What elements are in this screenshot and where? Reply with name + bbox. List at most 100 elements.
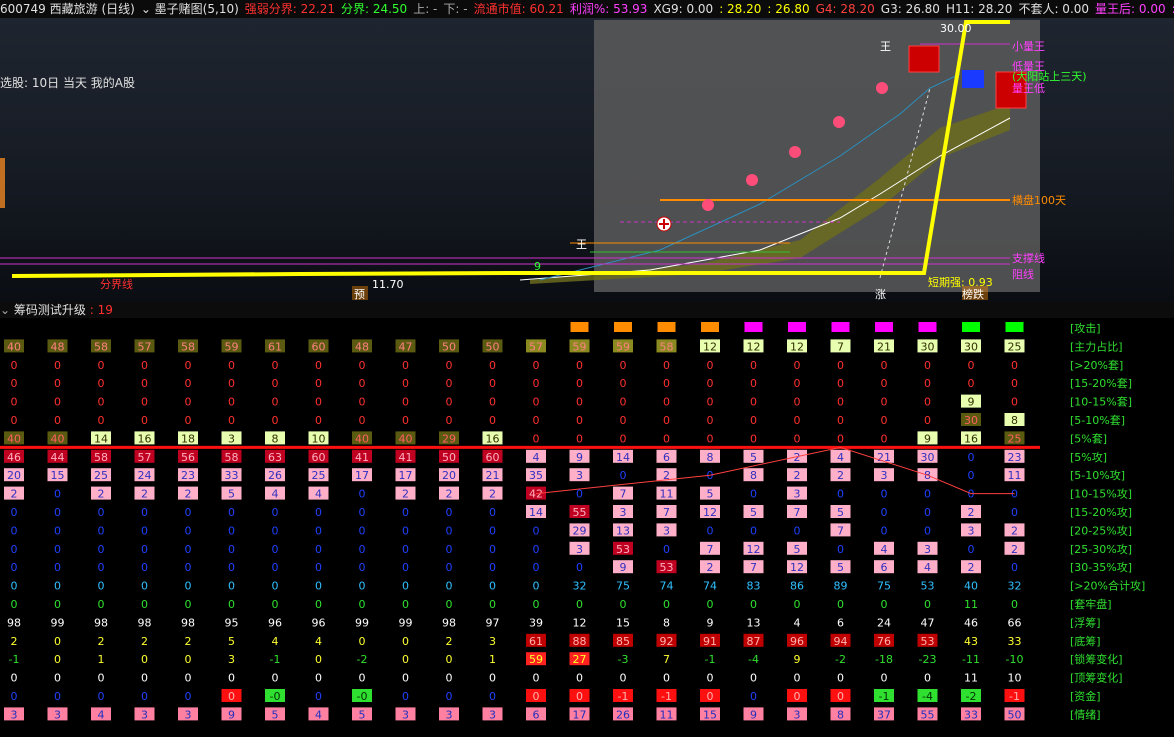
- table-cell: 1: [489, 653, 496, 666]
- table-cell: 0: [185, 690, 192, 703]
- table-cell: 2: [968, 506, 975, 519]
- table-cell: 0: [315, 359, 322, 372]
- table-cell: 60: [486, 451, 500, 464]
- table-cell: 0: [402, 580, 409, 593]
- table-cell: 0: [881, 524, 888, 537]
- table-cell: 0: [707, 524, 714, 537]
- table-cell: 53: [921, 635, 935, 648]
- table-cell: 11: [1008, 469, 1022, 482]
- table-cell: 33: [964, 708, 978, 721]
- table-cell: 0: [54, 377, 61, 390]
- table-cell: 0: [272, 561, 279, 574]
- table-cell: 15: [616, 616, 630, 629]
- table-cell: -11: [962, 653, 980, 666]
- row-label: [10-15%套]: [1070, 396, 1132, 409]
- table-cell: 24: [138, 469, 152, 482]
- table-cell: 0: [228, 580, 235, 593]
- table-cell: 0: [489, 690, 496, 703]
- table-cell: 47: [399, 340, 413, 353]
- table-cell: 0: [620, 432, 627, 445]
- attack-square: [570, 322, 589, 332]
- table-cell: 0: [446, 672, 453, 685]
- table-cell: 30: [921, 340, 935, 353]
- table-cell: 30: [964, 414, 978, 427]
- left-slider[interactable]: [0, 158, 5, 208]
- table-cell: 0: [359, 580, 366, 593]
- table-cell: 32: [573, 580, 587, 593]
- table-cell: 0: [359, 396, 366, 409]
- table-cell: 17: [399, 469, 413, 482]
- table-cell: 87: [747, 635, 761, 648]
- table-cell: 3: [576, 469, 583, 482]
- table-cell: 0: [837, 414, 844, 427]
- table-cell: 50: [442, 451, 456, 464]
- table-cell: 44: [51, 451, 65, 464]
- price-chart[interactable]: 选股: 10日 当天 我的A股 30.00 11.70 短期强: 0.93 小量…: [0, 18, 1174, 302]
- table-cell: 3: [794, 708, 801, 721]
- table-cell: 0: [315, 414, 322, 427]
- table-cell: 43: [964, 635, 978, 648]
- table-cell: 3: [54, 708, 61, 721]
- table-cell: 98: [181, 616, 195, 629]
- table-cell: -2: [966, 690, 977, 703]
- table-cell: 0: [272, 414, 279, 427]
- row-label: [30-35%攻]: [1070, 560, 1132, 574]
- table-cell: 0: [402, 672, 409, 685]
- table-cell: 25: [312, 469, 326, 482]
- table-cell: 7: [663, 653, 670, 666]
- marker-dot: [876, 82, 888, 94]
- table-cell: 0: [228, 598, 235, 611]
- table-cell: 9: [620, 561, 627, 574]
- table-cell: 0: [881, 488, 888, 501]
- table-cell: 0: [98, 359, 105, 372]
- table-cell: 0: [228, 543, 235, 556]
- table-cell: 5: [359, 708, 366, 721]
- table-cell: 58: [94, 451, 108, 464]
- table-cell: 53: [660, 561, 674, 574]
- table-cell: 0: [620, 469, 627, 482]
- table-cell: 0: [185, 524, 192, 537]
- table-cell: 0: [315, 690, 322, 703]
- topbar-item: XG9: 0.00: [653, 2, 714, 16]
- table-cell: 59: [529, 653, 543, 666]
- row-label: [15-20%套]: [1070, 377, 1132, 390]
- table-cell: 0: [489, 396, 496, 409]
- table-cell: 55: [921, 708, 935, 721]
- table-cell: 0: [228, 359, 235, 372]
- table-cell: 0: [54, 396, 61, 409]
- table-cell: -2: [357, 653, 368, 666]
- table-cell: 97: [486, 616, 500, 629]
- table-cell: 0: [489, 598, 496, 611]
- table-cell: 3: [576, 543, 583, 556]
- table-cell: 99: [399, 616, 413, 629]
- table-cell: 0: [185, 653, 192, 666]
- table-cell: 2: [446, 488, 453, 501]
- table-cell: 0: [750, 359, 757, 372]
- table-cell: 56: [181, 451, 195, 464]
- table-cell: 0: [533, 690, 540, 703]
- table-cell: 7: [707, 543, 714, 556]
- table-cell: 0: [750, 690, 757, 703]
- table-cell: 0: [446, 561, 453, 574]
- table-cell: 0: [402, 561, 409, 574]
- table-cell: 16: [486, 432, 500, 445]
- table-cell: 12: [703, 506, 717, 519]
- collapse-icon[interactable]: ⌄: [0, 303, 10, 317]
- table-cell: 12: [703, 340, 717, 353]
- table-cell: 96: [268, 616, 282, 629]
- marker-dot: [833, 116, 845, 128]
- table-cell: 0: [141, 524, 148, 537]
- panel-title: 筹码测试升级: [13, 303, 86, 317]
- table-cell: 92: [660, 635, 674, 648]
- table-cell: 58: [225, 451, 239, 464]
- table-cell: -2: [835, 653, 846, 666]
- table-cell: 94: [834, 635, 848, 648]
- table-cell: 0: [837, 672, 844, 685]
- table-cell: 7: [620, 488, 627, 501]
- table-cell: 0: [446, 414, 453, 427]
- row-label: [5-10%套]: [1070, 414, 1125, 427]
- table-cell: 0: [750, 524, 757, 537]
- table-cell: 40: [51, 432, 65, 445]
- table-cell: 6: [837, 616, 844, 629]
- table-cell: 0: [54, 488, 61, 501]
